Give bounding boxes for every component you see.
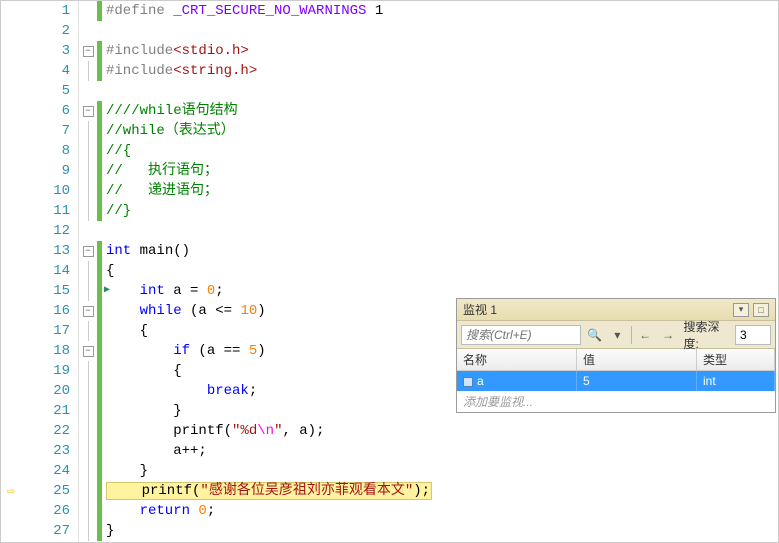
fold-toggle-icon[interactable]: − (83, 306, 94, 317)
watch-titlebar[interactable]: 监视 1 ▾ □ (457, 299, 775, 321)
depth-label: 搜索深度: (684, 318, 727, 352)
separator (631, 326, 632, 344)
code-token: "感谢各位吴彦祖刘亦菲观看本文" (200, 483, 413, 499)
code-comment: // 递进语句； (106, 183, 218, 199)
code-token: ; (249, 383, 257, 399)
nav-back-icon[interactable]: ← (636, 325, 655, 345)
code-token: 1 (366, 3, 383, 19)
code-token: _CRT_SECURE_NO_WARNINGS (173, 3, 366, 19)
var-type: int (697, 371, 775, 391)
nav-forward-icon[interactable]: → (659, 325, 678, 345)
code-token: 0 (190, 503, 207, 519)
step-cursor-icon: ▶ (104, 281, 110, 301)
variable-icon (463, 377, 473, 387)
watch-add-hint[interactable]: 添加要监视... (457, 391, 775, 412)
code-token: } (106, 463, 148, 479)
code-token: int (106, 243, 131, 259)
code-token: break (106, 383, 249, 399)
code-comment: //} (106, 203, 131, 219)
code-editor: ⇨ 1234 5678 9101112 13141516 17181920 21… (0, 0, 779, 543)
code-token: a++; (106, 443, 207, 459)
code-comment: ////while语句结构 (106, 103, 238, 119)
code-token: #define (106, 3, 173, 19)
code-token: #include (106, 43, 173, 59)
code-token: } (106, 403, 182, 419)
code-token: ) (257, 343, 265, 359)
watch-panel: 监视 1 ▾ □ 🔍 ▾ ← → 搜索深度: 名称 值 类型 a 5 int 添… (456, 298, 776, 413)
code-token: ); (413, 483, 430, 499)
code-token: <stdio.h> (173, 43, 249, 59)
code-token: ; (215, 283, 223, 299)
code-token: 5 (249, 343, 257, 359)
code-token: printf( (108, 483, 200, 499)
code-token: a = (165, 283, 207, 299)
code-token: { (106, 263, 114, 279)
code-token: } (106, 523, 114, 539)
code-token: while (106, 303, 182, 319)
fold-toggle-icon[interactable]: − (83, 246, 94, 257)
code-token: \n (257, 423, 274, 439)
code-token: , a); (282, 423, 324, 439)
code-token: main() (131, 243, 190, 259)
fold-toggle-icon[interactable]: − (83, 106, 94, 117)
watch-toolbar: 🔍 ▾ ← → 搜索深度: (457, 321, 775, 349)
code-token: 10 (240, 303, 257, 319)
var-name: a (477, 374, 484, 388)
col-name[interactable]: 名称 (457, 349, 577, 370)
code-token: <string.h> (173, 63, 257, 79)
fold-gutter[interactable]: − − − − − (79, 1, 97, 542)
code-token: 0 (207, 283, 215, 299)
code-comment: // 执行语句； (106, 163, 218, 179)
watch-title: 监视 1 (463, 301, 733, 318)
code-token: ) (257, 303, 265, 319)
watch-search-input[interactable] (461, 325, 581, 345)
code-comment: //{ (106, 143, 131, 159)
fold-toggle-icon[interactable]: − (83, 346, 94, 357)
var-value: 5 (577, 371, 697, 391)
execution-pointer-icon: ⇨ (7, 483, 15, 500)
code-token: printf( (106, 423, 232, 439)
fold-toggle-icon[interactable]: − (83, 46, 94, 57)
watch-grid[interactable]: 名称 值 类型 a 5 int 添加要监视... (457, 349, 775, 412)
watch-row[interactable]: a 5 int (457, 371, 775, 391)
line-number-gutter[interactable]: 1234 5678 9101112 13141516 17181920 2122… (21, 1, 79, 542)
chevron-down-icon[interactable]: ▾ (608, 325, 627, 345)
dropdown-icon[interactable]: ▾ (733, 303, 749, 317)
watch-header-row: 名称 值 类型 (457, 349, 775, 371)
breakpoint-margin[interactable]: ⇨ (1, 1, 21, 542)
code-token: ; (207, 503, 215, 519)
code-token: "%d (232, 423, 257, 439)
code-token: #include (106, 63, 173, 79)
code-token: int (106, 283, 165, 299)
depth-input[interactable] (735, 325, 771, 345)
search-icon[interactable]: 🔍 (585, 325, 604, 345)
col-type[interactable]: 类型 (697, 349, 775, 370)
code-token: (a == (190, 343, 249, 359)
code-token: return (106, 503, 190, 519)
col-value[interactable]: 值 (577, 349, 697, 370)
code-comment: //while（表达式） (106, 123, 235, 139)
code-text-area[interactable]: #define _CRT_SECURE_NO_WARNINGS 1 #inclu… (102, 1, 778, 542)
code-token: (a <= (182, 303, 241, 319)
code-token: if (106, 343, 190, 359)
pin-icon[interactable]: □ (753, 303, 769, 317)
code-token: { (106, 323, 148, 339)
code-token: { (106, 363, 182, 379)
